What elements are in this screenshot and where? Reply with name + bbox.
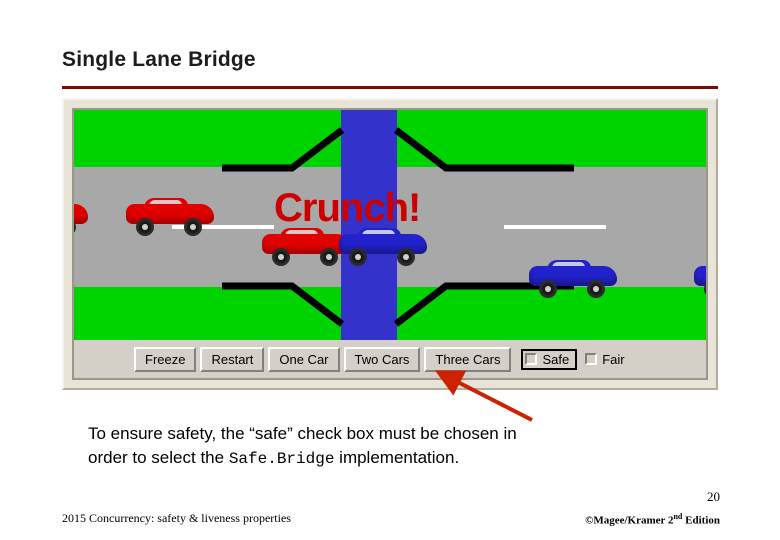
bridge-simulation-scene: Crunch! [74,110,706,352]
car-wheel-rear [587,280,605,298]
car-wheel-rear [184,218,202,236]
car-wheel-rear [320,248,338,266]
footer-copyright: ©Magee/Kramer [585,514,668,527]
one-car-button[interactable]: One Car [268,346,340,372]
safe-checkbox-label: Safe [542,351,570,367]
caption-line-1: To ensure safety, the “safe” check box m… [88,424,517,443]
three-cars-button[interactable]: Three Cars [424,346,512,372]
footer-left-text: 2015 Concurrency: safety & liveness prop… [62,511,291,525]
caption-text: To ensure safety, the “safe” check box m… [88,422,712,471]
applet-control-bar: Freeze Restart One Car Two Cars Three Ca… [74,340,706,378]
car-wheel-front [136,218,154,236]
applet-inner-panel: Crunch! Freeze Restart One Car Two Cars … [72,108,708,380]
car-wheel-front [349,248,367,266]
fair-checkbox[interactable] [585,353,598,365]
car-wheel-front [539,280,557,298]
restart-button[interactable]: Restart [200,346,265,372]
fair-checkbox-group[interactable]: Fair [585,351,625,367]
freeze-button[interactable]: Freeze [134,346,197,372]
safe-checkbox-group[interactable]: Safe [521,348,578,370]
footer-right-text: ©Magee/Kramer 2nd Edition [585,512,720,527]
caption-line-2: order to select the Safe.Bridge implemen… [88,446,712,471]
safe-bridge-code: Safe.Bridge [228,450,335,468]
two-cars-button[interactable]: Two Cars [343,346,421,372]
footer-edition-word: Edition [682,514,720,527]
fair-checkbox-label: Fair [602,351,625,367]
caption-line-2-pre: order to select the [88,448,229,467]
page-number: 20 [707,489,720,504]
crunch-label: Crunch! [274,186,421,230]
applet-window: Crunch! Freeze Restart One Car Two Cars … [62,98,718,390]
car-wheel-rear [397,248,415,266]
car-partial-left [74,198,92,240]
car-body [74,204,88,224]
title-divider [62,86,718,89]
car-wheel-front [272,248,290,266]
safe-checkbox[interactable] [525,353,538,365]
caption-line-2-post: implementation. [334,448,460,467]
car-partial-right [694,260,706,302]
car-body [694,266,706,286]
page-title: Single Lane Bridge [62,48,256,71]
